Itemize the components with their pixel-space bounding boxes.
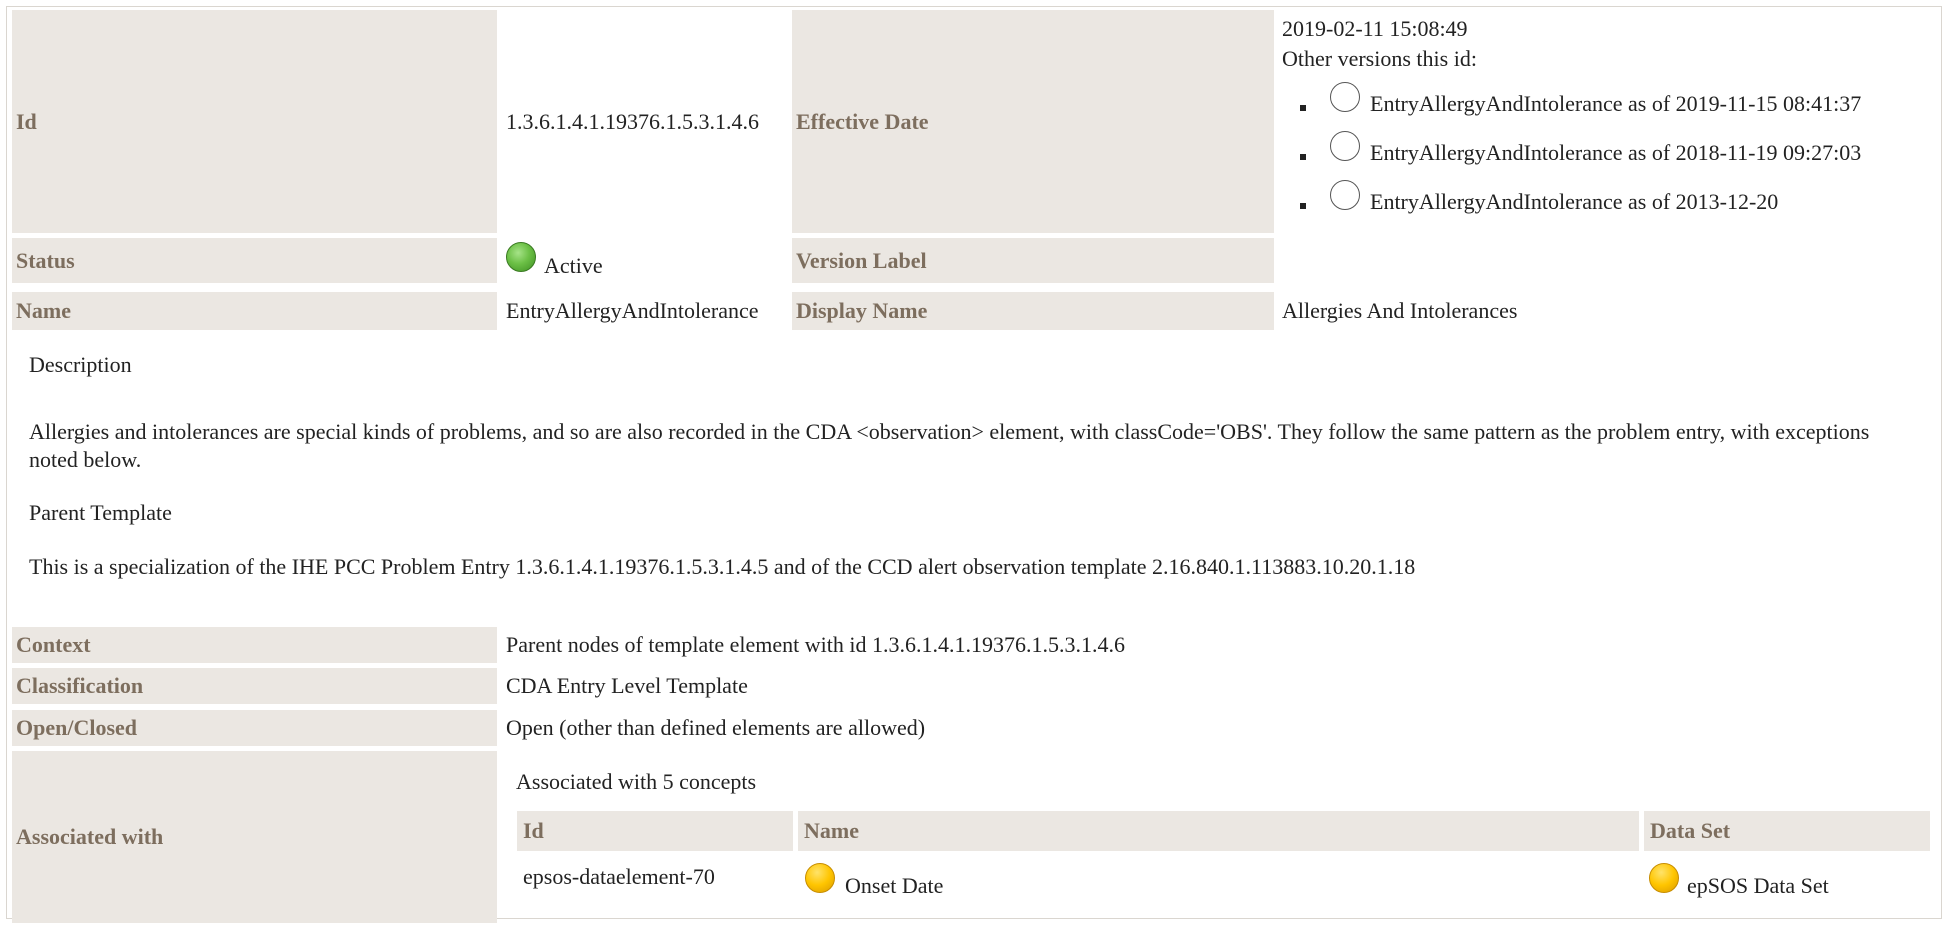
associated-label: Associated with xyxy=(16,824,164,849)
list-bullet xyxy=(1300,154,1306,160)
context-value-cell: Parent nodes of template element with id… xyxy=(506,627,1706,663)
context-label: Context xyxy=(16,632,91,657)
context-label-cell: Context xyxy=(12,627,497,663)
status-value: Active xyxy=(544,253,603,278)
associated-value-cell: Associated with 5 concepts Id Name Data … xyxy=(506,751,1942,923)
open-closed-value: Open (other than defined elements are al… xyxy=(506,715,926,740)
list-bullet xyxy=(1300,105,1306,111)
classification-label: Classification xyxy=(16,673,144,698)
status-value-cell: Active xyxy=(506,238,786,283)
concepts-header-name: Name xyxy=(798,811,1639,851)
classification-label-cell: Classification xyxy=(12,668,497,704)
parent-template-text: This is a specialization of the IHE PCC … xyxy=(29,554,1416,579)
id-label: Id xyxy=(16,108,37,134)
concept-name[interactable]: Onset Date xyxy=(845,873,943,899)
version-label-label: Version Label xyxy=(796,247,927,273)
radio-circle-icon[interactable] xyxy=(1330,180,1360,210)
open-closed-label: Open/Closed xyxy=(16,715,138,740)
name-value: EntryAllergyAndIntolerance xyxy=(506,298,759,323)
version-link-2013[interactable]: EntryAllergyAndIntolerance as of 2013-12… xyxy=(1370,189,1778,215)
id-value-cell: 1.3.6.1.4.1.19376.1.5.3.1.4.6 xyxy=(506,10,786,233)
radio-circle-icon[interactable] xyxy=(1330,82,1360,112)
description-heading: Description xyxy=(29,352,132,377)
effective-date-value: 2019-02-11 15:08:49 xyxy=(1282,16,1468,41)
green-status-ball-icon xyxy=(506,242,536,272)
effective-date-label: Effective Date xyxy=(796,108,929,134)
id-value: 1.3.6.1.4.1.19376.1.5.3.1.4.6 xyxy=(506,108,759,134)
list-bullet xyxy=(1300,203,1306,209)
associated-title: Associated with 5 concepts xyxy=(516,769,757,794)
header-id-label: Id xyxy=(523,818,544,843)
context-value: Parent nodes of template element with id… xyxy=(506,632,1125,657)
associated-label-cell: Associated with xyxy=(12,751,497,923)
display-name-label: Display Name xyxy=(796,298,928,323)
display-name-value-cell: Allergies And Intolerances xyxy=(1282,292,1882,330)
open-closed-label-cell: Open/Closed xyxy=(12,710,497,746)
id-label-cell: Id xyxy=(12,10,497,233)
status-label: Status xyxy=(16,247,75,273)
yellow-status-ball-icon xyxy=(805,863,835,893)
concepts-header-id: Id xyxy=(517,811,793,851)
radio-circle-icon[interactable] xyxy=(1330,131,1360,161)
display-name-value: Allergies And Intolerances xyxy=(1282,298,1518,323)
concepts-header-data-set: Data Set xyxy=(1644,811,1930,851)
open-closed-value-cell: Open (other than defined elements are al… xyxy=(506,710,1706,746)
effective-date-label-cell: Effective Date xyxy=(792,10,1274,233)
name-label-cell: Name xyxy=(12,292,497,330)
version-label-label-cell: Version Label xyxy=(792,238,1274,283)
classification-value-cell: CDA Entry Level Template xyxy=(506,668,1706,704)
display-name-label-cell: Display Name xyxy=(792,292,1274,330)
yellow-status-ball-icon xyxy=(1649,863,1679,893)
header-name-label: Name xyxy=(804,818,859,843)
classification-value: CDA Entry Level Template xyxy=(506,673,748,698)
name-value-cell: EntryAllergyAndIntolerance xyxy=(506,292,788,330)
concept-id[interactable]: epsos-dataelement-70 xyxy=(523,864,715,890)
version-link-2019[interactable]: EntryAllergyAndIntolerance as of 2019-11… xyxy=(1370,91,1861,117)
description-text: Allergies and intolerances are special k… xyxy=(29,419,1870,472)
name-label: Name xyxy=(16,298,71,323)
effective-date-value-cell: 2019-02-11 15:08:49 Other versions this … xyxy=(1282,10,1942,233)
version-link-2018[interactable]: EntryAllergyAndIntolerance as of 2018-11… xyxy=(1370,140,1861,166)
concept-data-set[interactable]: epSOS Data Set xyxy=(1687,873,1829,899)
parent-template-heading: Parent Template xyxy=(29,500,172,525)
other-versions-label: Other versions this id: xyxy=(1282,46,1477,71)
header-data-set-label: Data Set xyxy=(1650,818,1731,843)
status-label-cell: Status xyxy=(12,238,497,283)
